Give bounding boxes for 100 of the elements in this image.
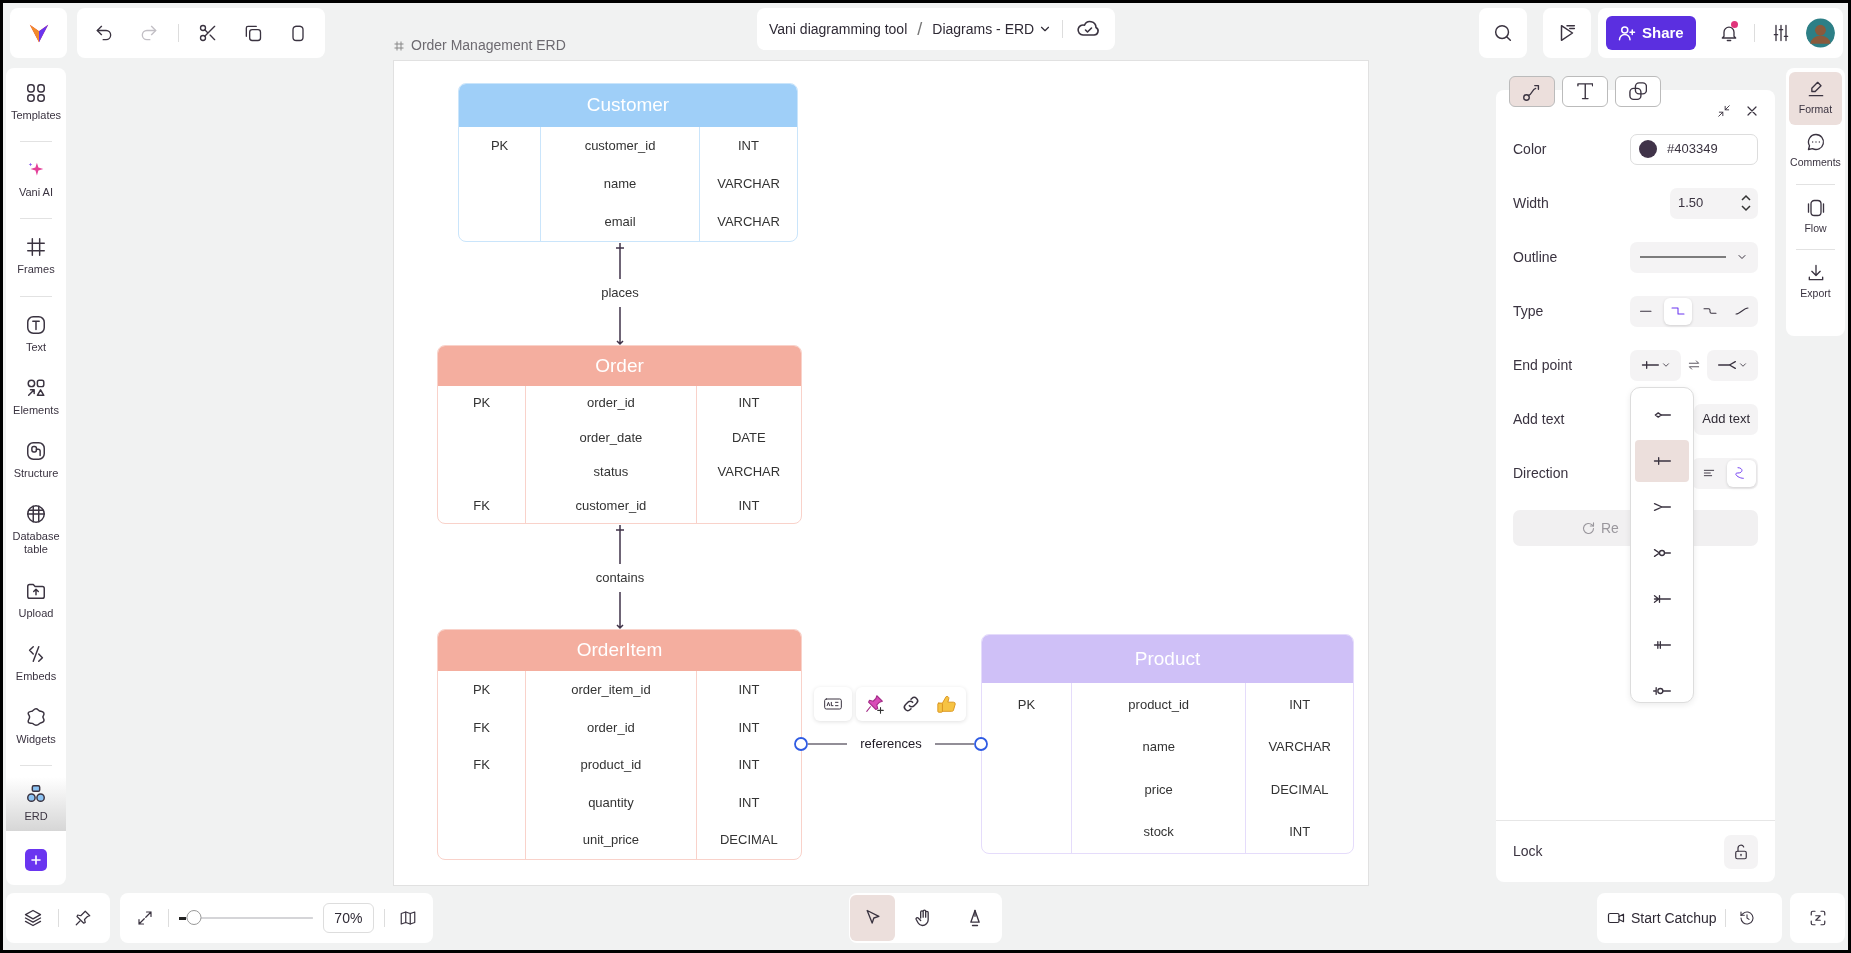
sidebar-item[interactable]: Templates bbox=[6, 76, 66, 131]
side-tab[interactable]: Format bbox=[1789, 72, 1842, 125]
shapes-icon bbox=[25, 376, 47, 399]
sidebar-item[interactable]: Widgets bbox=[6, 699, 66, 755]
table-cell-text: DECIMAL bbox=[719, 831, 778, 850]
table-cell-text: customer_id bbox=[584, 137, 656, 156]
side-tab[interactable]: Flow bbox=[1789, 190, 1842, 244]
sidebar-item[interactable]: Text bbox=[6, 307, 66, 362]
zoom-frame-icon bbox=[1808, 909, 1827, 927]
sidebar-item[interactable]: Frames bbox=[6, 230, 66, 285]
table-cell-text: FK bbox=[473, 718, 490, 737]
user-plus-icon bbox=[1618, 24, 1636, 42]
unlock-icon bbox=[1732, 842, 1750, 861]
entity-title: Product bbox=[982, 635, 1353, 683]
table-cell-text: FK bbox=[473, 497, 490, 516]
relation-label[interactable]: contains bbox=[595, 568, 645, 588]
thumbs-up-icon bbox=[936, 693, 958, 715]
table-cell-text: DECIMAL bbox=[1270, 780, 1329, 799]
table-cell-text: VARCHAR bbox=[717, 213, 780, 232]
table-cell-text: PK bbox=[472, 681, 491, 700]
grid-icon bbox=[25, 82, 47, 104]
share-button[interactable]: Share bbox=[1606, 16, 1696, 50]
search-icon bbox=[1492, 22, 1514, 44]
field-label: Type bbox=[1513, 301, 1544, 321]
width-field[interactable]: 1.50 bbox=[1670, 187, 1758, 219]
table-cell-text: INT bbox=[738, 793, 760, 812]
breadcrumb-link[interactable]: Vani diagramming tool bbox=[769, 18, 908, 40]
side-tab[interactable]: Comments bbox=[1789, 124, 1842, 178]
logo[interactable] bbox=[27, 22, 50, 44]
end-endpoint-dropdown[interactable] bbox=[1707, 349, 1758, 381]
stepper-icon bbox=[1740, 193, 1752, 213]
sidebar-item[interactable]: Structure bbox=[6, 433, 66, 489]
table-cell-text: name bbox=[603, 175, 637, 194]
table-cell-text: name bbox=[1142, 738, 1175, 756]
sidebar-item[interactable]: Elements bbox=[6, 370, 66, 425]
table-cell-text: INT bbox=[738, 137, 759, 156]
layers-icon bbox=[1628, 82, 1648, 101]
table-cell-text: unit_price bbox=[582, 831, 640, 850]
connector-line[interactable] bbox=[807, 743, 975, 745]
straight-line-icon bbox=[1639, 308, 1653, 314]
table-cell-text: INT bbox=[1289, 695, 1311, 714]
frame-title: Order Management ERD bbox=[411, 36, 566, 55]
structure-icon bbox=[25, 439, 47, 462]
connector-handle[interactable] bbox=[794, 737, 808, 751]
add-button[interactable] bbox=[25, 849, 47, 872]
table-cell-text: product_id bbox=[580, 756, 642, 775]
table-cell-text: PK bbox=[490, 137, 509, 156]
field-label: Color bbox=[1513, 139, 1547, 159]
table-cell-text: price bbox=[1144, 780, 1173, 799]
history-icon bbox=[1738, 910, 1755, 926]
side-tab[interactable]: Export bbox=[1789, 256, 1842, 309]
outline-dropdown[interactable] bbox=[1630, 241, 1758, 273]
slider-thumb[interactable] bbox=[186, 910, 202, 925]
text-icon bbox=[1576, 83, 1594, 100]
sidebar-item[interactable]: Embeds bbox=[6, 636, 66, 691]
frame-icon bbox=[393, 39, 405, 52]
page-dropdown[interactable]: Diagrams - ERD bbox=[932, 18, 1053, 40]
table-cell-text: INT bbox=[738, 394, 760, 413]
tool-button[interactable] bbox=[850, 895, 895, 941]
table-cell-text: stock bbox=[1143, 823, 1174, 841]
refresh-icon bbox=[1581, 520, 1596, 536]
table-cell-text: INT bbox=[738, 718, 760, 737]
start-endpoint-dropdown[interactable] bbox=[1630, 349, 1681, 381]
table-cell-text: FK bbox=[473, 756, 490, 775]
entity-title: Order bbox=[438, 346, 801, 386]
chevron-icon bbox=[1738, 360, 1748, 370]
solid-line-icon bbox=[1640, 255, 1726, 259]
phone-icon bbox=[1805, 197, 1826, 218]
sidebar-item[interactable]: Vani AI bbox=[6, 153, 66, 208]
table-cell-text: PK bbox=[1017, 695, 1036, 714]
field-label: Outline bbox=[1513, 247, 1558, 267]
zoom-value[interactable]: 70% bbox=[323, 903, 374, 933]
entity-title: Customer bbox=[459, 84, 797, 127]
expand-icon bbox=[136, 909, 155, 927]
table-cell-text: order_item_id bbox=[571, 681, 651, 700]
avatar[interactable] bbox=[1806, 17, 1835, 49]
field-label: Direction bbox=[1513, 463, 1569, 483]
panel-tab[interactable] bbox=[1562, 76, 1608, 107]
table-cell-text: VARCHAR bbox=[1268, 738, 1331, 756]
table-cell-text: order_id bbox=[587, 394, 635, 413]
lock-button[interactable] bbox=[1724, 834, 1758, 869]
link-icon bbox=[901, 694, 921, 714]
field-label: Lock bbox=[1513, 842, 1543, 861]
table-cell-text: VARCHAR bbox=[717, 462, 781, 481]
hash-icon bbox=[25, 236, 47, 259]
relation-label[interactable]: places bbox=[601, 283, 639, 303]
entity-title: OrderItem bbox=[438, 630, 801, 671]
panel-tab[interactable] bbox=[1509, 76, 1555, 107]
table-cell-text: INT bbox=[738, 756, 760, 775]
sidebar-item[interactable]: Database table bbox=[6, 497, 66, 565]
connector-handle[interactable] bbox=[974, 737, 988, 751]
panel-tab[interactable] bbox=[1615, 76, 1661, 107]
pin-icon bbox=[74, 909, 93, 927]
map-icon bbox=[398, 909, 417, 927]
relation-label[interactable]: references bbox=[860, 734, 922, 754]
sidebar-item[interactable]: Upload bbox=[6, 573, 66, 628]
add-text-button[interactable]: Add text bbox=[1694, 403, 1758, 435]
field-label: Width bbox=[1513, 193, 1549, 213]
table-cell-text: email bbox=[604, 213, 636, 232]
color-field[interactable]: #403349 bbox=[1630, 133, 1758, 165]
